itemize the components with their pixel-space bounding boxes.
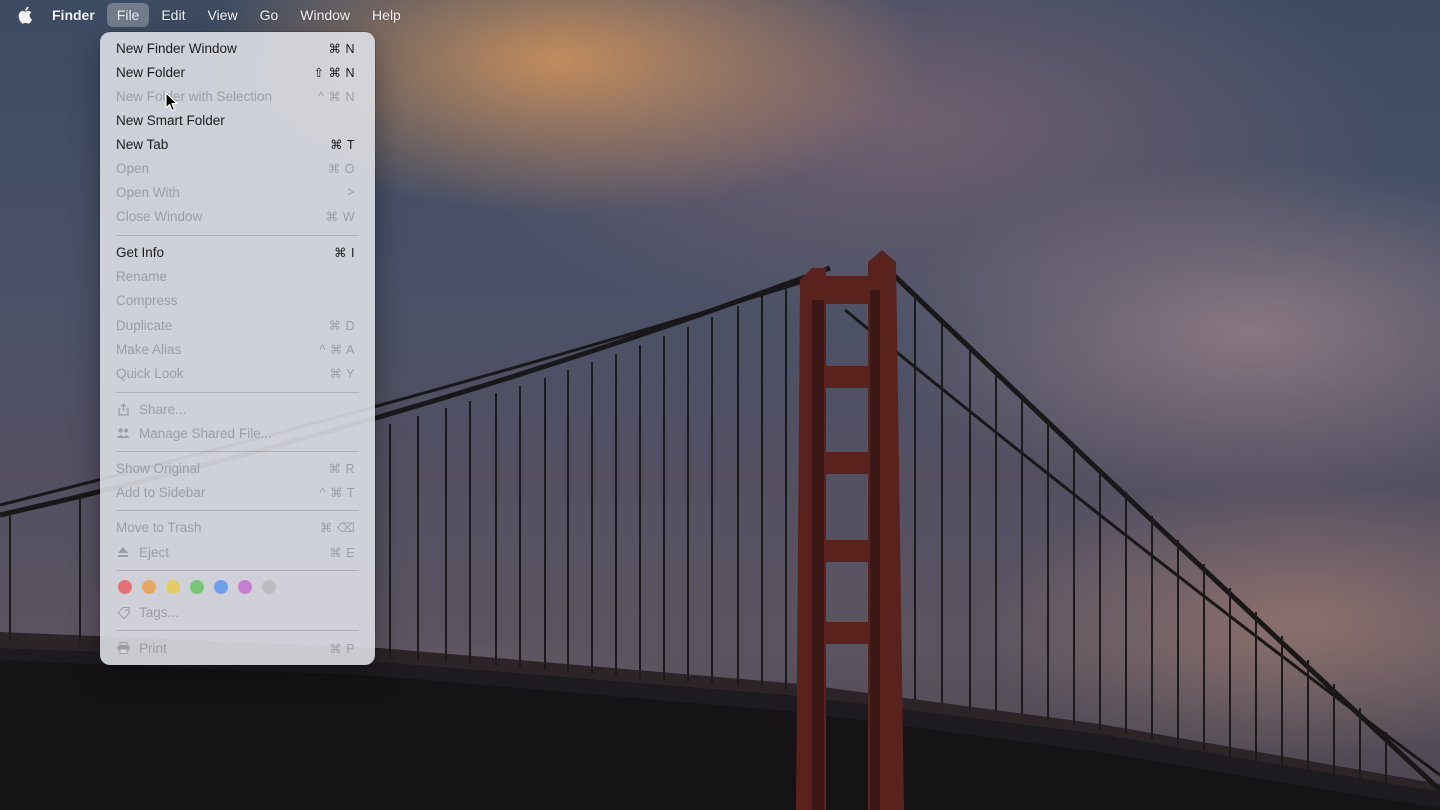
menu-item-manage-shared-file[interactable]: Manage Shared File... bbox=[106, 422, 369, 444]
menu-item-make-alias[interactable]: Make Alias ^ ⌘ A bbox=[106, 338, 369, 360]
menu-item-new-folder[interactable]: New Folder ⇧ ⌘ N bbox=[106, 61, 369, 83]
menu-separator bbox=[116, 630, 359, 631]
menu-view[interactable]: View bbox=[197, 3, 247, 27]
menu-separator bbox=[116, 392, 359, 393]
chevron-right-icon: > bbox=[347, 185, 355, 199]
menu-item-new-smart-folder[interactable]: New Smart Folder bbox=[106, 109, 369, 131]
menu-item-duplicate[interactable]: Duplicate ⌘ D bbox=[106, 314, 369, 336]
menu-item-add-to-sidebar[interactable]: Add to Sidebar ^ ⌘ T bbox=[106, 481, 369, 503]
menu-go[interactable]: Go bbox=[250, 3, 289, 27]
menu-item-new-finder-window[interactable]: New Finder Window ⌘ N bbox=[106, 37, 369, 59]
menu-item-print[interactable]: Print ⌘ P bbox=[106, 637, 369, 659]
menu-help[interactable]: Help bbox=[362, 3, 411, 27]
mouse-cursor-icon bbox=[165, 92, 179, 112]
menu-file[interactable]: File bbox=[106, 2, 150, 27]
menu-item-new-tab[interactable]: New Tab ⌘ T bbox=[106, 133, 369, 155]
menu-item-show-original[interactable]: Show Original ⌘ R bbox=[106, 457, 369, 479]
menu-item-eject[interactable]: Eject ⌘ E bbox=[106, 541, 369, 563]
printer-icon bbox=[116, 641, 130, 655]
eject-icon bbox=[116, 545, 130, 559]
menu-item-rename[interactable]: Rename bbox=[106, 265, 369, 287]
menu-item-open[interactable]: Open ⌘ O bbox=[106, 157, 369, 179]
share-icon bbox=[116, 402, 130, 416]
menu-item-tags[interactable]: Tags... bbox=[106, 601, 369, 623]
menu-item-open-with[interactable]: Open With > bbox=[106, 181, 369, 203]
menu-item-close-window[interactable]: Close Window ⌘ W bbox=[106, 205, 369, 227]
tag-color-red[interactable] bbox=[118, 580, 132, 594]
tag-color-green[interactable] bbox=[190, 580, 204, 594]
menu-separator bbox=[116, 235, 359, 236]
tag-color-gray[interactable] bbox=[262, 580, 276, 594]
menu-item-move-to-trash[interactable]: Move to Trash ⌘ ⌫ bbox=[106, 516, 369, 538]
tag-colors bbox=[118, 580, 276, 594]
menu-finder[interactable]: Finder bbox=[52, 3, 105, 27]
menu-item-get-info[interactable]: Get Info ⌘ I bbox=[106, 241, 369, 263]
tag-icon bbox=[116, 605, 130, 619]
file-menu-dropdown: New Finder Window ⌘ N New Folder ⇧ ⌘ N N… bbox=[100, 32, 375, 665]
tag-color-purple[interactable] bbox=[238, 580, 252, 594]
tag-color-blue[interactable] bbox=[214, 580, 228, 594]
menu-window[interactable]: Window bbox=[290, 3, 360, 27]
menu-item-new-folder-with-selection[interactable]: New Folder with Selection ^ ⌘ N bbox=[106, 85, 369, 107]
people-icon bbox=[116, 426, 130, 440]
menu-item-share[interactable]: Share... bbox=[106, 398, 369, 420]
menu-item-compress[interactable]: Compress bbox=[106, 289, 369, 311]
tag-color-yellow[interactable] bbox=[166, 580, 180, 594]
menu-bar: Finder File Edit View Go Window Help bbox=[0, 0, 1440, 29]
menu-item-quick-look[interactable]: Quick Look ⌘ Y bbox=[106, 362, 369, 384]
tag-color-orange[interactable] bbox=[142, 580, 156, 594]
menu-edit[interactable]: Edit bbox=[151, 3, 195, 27]
menu-separator bbox=[116, 570, 359, 571]
menu-separator bbox=[116, 510, 359, 511]
apple-icon[interactable] bbox=[18, 6, 34, 24]
menu-separator bbox=[116, 451, 359, 452]
